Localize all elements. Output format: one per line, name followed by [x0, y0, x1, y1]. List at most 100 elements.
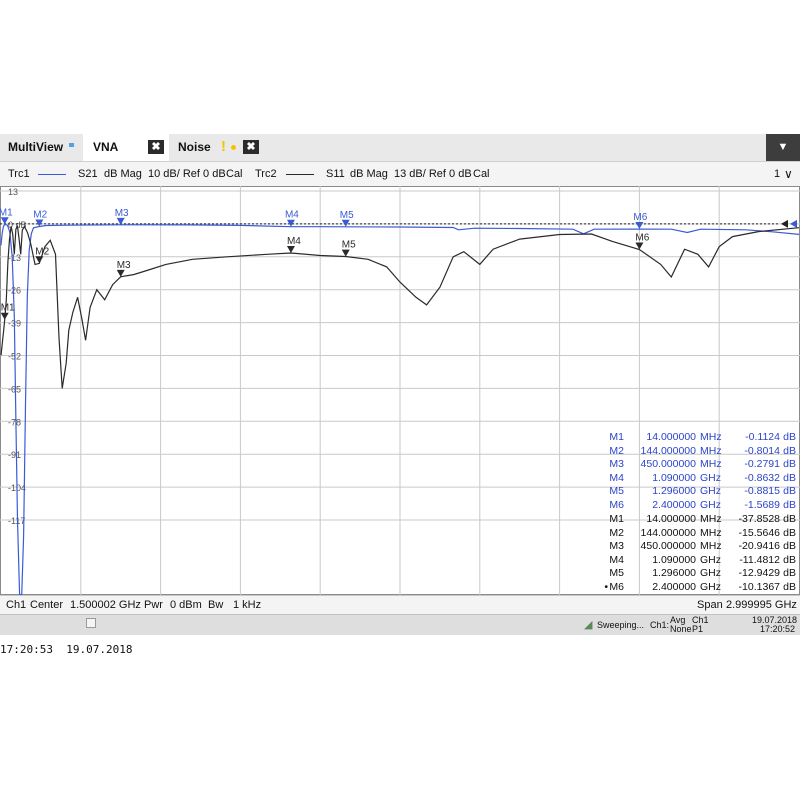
marker-trc2-label: M2	[35, 246, 49, 257]
marker-name: M4	[609, 553, 624, 566]
status-center-value[interactable]: 1.500002 GHz	[70, 596, 141, 615]
marker-row[interactable]: M2 144.000000 MHz -0.8014 dB	[600, 445, 796, 459]
tab-noise-label: Noise	[178, 140, 211, 154]
marker-unit: GHz	[700, 498, 721, 511]
marker-row[interactable]: M5 1.296000 GHz -12.9429 dB	[600, 567, 796, 581]
menu-dropdown-button[interactable]: ▼	[766, 134, 800, 161]
avg-none-value: None	[670, 624, 692, 634]
trc1-label[interactable]: Trc1	[8, 162, 30, 186]
marker-name: M3	[609, 458, 624, 470]
trc1-format[interactable]: dB Mag	[104, 162, 142, 186]
status-span-label: Span	[697, 599, 723, 611]
trace-header: Trc1 S21 dB Mag 10 dB/ Ref 0 dB Cal Trc2…	[0, 162, 800, 187]
marker-row[interactable]: M4 1.090000 GHz -0.8632 dB	[600, 472, 796, 486]
marker-stimulus: 450.000000	[640, 458, 696, 470]
trc1-legend-line	[38, 174, 66, 175]
bottom-status-bar: ◢ Sweeping... Ch1: Avg None Ch1 P1 19.07…	[0, 614, 800, 635]
marker-name: M3	[609, 540, 624, 552]
y-tick-label: -117	[8, 516, 25, 526]
trc1-scale[interactable]: 10 dB/ Ref 0 dB	[148, 162, 226, 186]
marker-table-trc2: M1 14.000000 MHz -37.8528 dB M2 144.000000 MHz -…	[600, 513, 796, 594]
close-noise-tab-icon[interactable]: ✖	[243, 140, 259, 154]
status-channel[interactable]: Ch1	[6, 596, 26, 615]
marker-response-unit: dB	[783, 431, 796, 443]
marker-response-unit: dB	[783, 540, 796, 552]
trc2-label[interactable]: Trc2	[255, 162, 277, 186]
y-tick-label: -65	[8, 384, 21, 394]
settings-checkbox-icon[interactable]	[86, 618, 96, 628]
status-center-label: Center	[30, 599, 64, 611]
y-tick-label: -26	[8, 286, 21, 296]
marker-unit: MHz	[700, 458, 722, 470]
marker-response: -0.8632	[744, 471, 780, 484]
multiview-indicator-icon	[69, 143, 74, 147]
top-tab-bar: MultiView VNA ✖ Noise ! ✖ ▼	[0, 134, 800, 162]
window-chevron-icon[interactable]: ∨	[784, 162, 793, 186]
channel-status-bar: Ch1 Center 1.500002 GHz Pwr 0 dBm Bw 1 k…	[0, 595, 800, 615]
marker-unit: GHz	[700, 567, 721, 579]
sweep-activity-icon: ◢	[584, 619, 593, 631]
warning-icon: !	[221, 138, 226, 155]
marker-response: -37.8528	[738, 513, 780, 525]
marker-stimulus: 14.000000	[646, 431, 696, 443]
marker-response: -12.9429	[738, 567, 780, 579]
marker-response: -1.5689	[744, 498, 780, 511]
status-pwr-value[interactable]: 0 dBm	[170, 596, 202, 615]
marker-trc1-label: M3	[115, 208, 129, 219]
marker-response: -10.1367	[738, 580, 780, 593]
trc2-cal: Cal	[473, 168, 490, 180]
marker-trc1-label: M5	[340, 210, 354, 221]
marker-active-indicator: •	[604, 580, 608, 593]
marker-stimulus: 144.000000	[640, 444, 696, 457]
marker-stimulus: 1.090000	[652, 471, 696, 484]
marker-row[interactable]: •M6 2.400000 GHz -10.1367 dB	[600, 581, 796, 595]
marker-trc2-label: M6	[635, 233, 649, 244]
marker-row[interactable]: M5 1.296000 GHz -0.8815 dB	[600, 485, 796, 499]
trc2-param[interactable]: S11	[326, 162, 345, 186]
marker-unit: MHz	[700, 526, 722, 539]
marker-row[interactable]: M4 1.090000 GHz -11.4812 dB	[600, 554, 796, 568]
marker-unit: MHz	[700, 540, 722, 552]
marker-row[interactable]: M2 144.000000 MHz -15.5646 dB	[600, 527, 796, 541]
trc2-format[interactable]: dB Mag	[350, 162, 388, 186]
sweeping-status: Sweeping...	[597, 620, 645, 630]
marker-response-unit: dB	[783, 471, 796, 484]
close-vna-tab-icon[interactable]: ✖	[148, 140, 164, 154]
y-tick-label: -91	[8, 450, 21, 460]
marker-stimulus: 144.000000	[640, 526, 696, 539]
marker-row[interactable]: M1 14.000000 MHz -37.8528 dB	[600, 513, 796, 527]
marker-response-unit: dB	[783, 553, 796, 566]
marker-name: M2	[609, 526, 624, 539]
marker-row[interactable]: M3 450.000000 MHz -0.2791 dB	[600, 458, 796, 472]
marker-trc1-label: M6	[633, 212, 647, 223]
status-span-value[interactable]: 2.999995 GHz	[726, 596, 797, 615]
trc2-scale[interactable]: 13 dB/ Ref 0 dB	[394, 162, 472, 186]
marker-response-unit: dB	[783, 513, 796, 525]
marker-row[interactable]: M1 14.000000 MHz -0.1124 dB	[600, 431, 796, 445]
marker-response-unit: dB	[783, 485, 796, 497]
marker-table-trc1: M1 14.000000 MHz -0.1124 dB M2 144.000000 MHz -0…	[600, 431, 796, 512]
marker-name: M4	[609, 471, 624, 484]
bottom-time: 17:20:52	[760, 624, 796, 634]
marker-trc1-label: M2	[33, 210, 47, 221]
tab-multiview[interactable]: MultiView	[8, 134, 63, 161]
marker-unit: GHz	[700, 485, 721, 497]
marker-unit: MHz	[700, 431, 722, 443]
marker-stimulus: 1.090000	[652, 553, 696, 566]
marker-name: M1	[609, 513, 624, 525]
window-number[interactable]: 1	[774, 162, 780, 186]
bottom-p1: P1	[692, 624, 704, 634]
plot-area[interactable]: 13 0 dB -13 -26 -39 -52 -65 -78 -91 -104 -117 M1 M1 M…	[0, 186, 800, 596]
screenshot-timestamp: 17:20:53 19.07.2018	[0, 643, 133, 656]
marker-trc2-label: M5	[342, 240, 356, 251]
marker-name: M5	[609, 567, 624, 579]
marker-response: -0.1124	[745, 431, 780, 443]
marker-unit: GHz	[700, 580, 721, 593]
marker-response-unit: dB	[783, 444, 796, 457]
status-bw-value[interactable]: 1 kHz	[233, 596, 261, 615]
marker-response-unit: dB	[783, 526, 796, 539]
marker-row[interactable]: M3 450.000000 MHz -20.9416 dB	[600, 540, 796, 554]
trc1-param[interactable]: S21	[78, 162, 98, 186]
marker-row[interactable]: M6 2.400000 GHz -1.5689 dB	[600, 499, 796, 513]
marker-response: -11.4812	[739, 553, 780, 566]
